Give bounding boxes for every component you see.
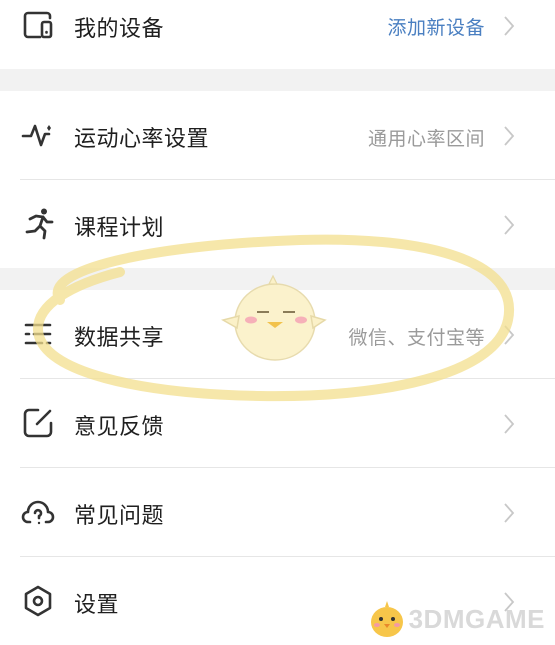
question-cloud-icon [20, 494, 56, 530]
menu-label: 常见问题 [74, 504, 165, 529]
sliders-icon [20, 316, 56, 352]
chevron-right-icon [501, 14, 517, 38]
menu-label: 意见反馈 [74, 415, 165, 440]
device-icon [20, 8, 56, 44]
menu-row-heart-rate-settings[interactable]: 运动心率设置 通用心率区间 [0, 91, 555, 179]
menu-label: 我的设备 [74, 17, 165, 42]
watermark-text: 3DMGAME [408, 603, 545, 634]
hexagon-gear-icon [20, 583, 56, 619]
menu-label: 数据共享 [74, 326, 165, 351]
menu-row-data-share[interactable]: 数据共享 微信、支付宝等 [0, 290, 555, 378]
chevron-right-icon [501, 213, 517, 237]
add-device-link[interactable]: 添加新设备 [387, 13, 485, 40]
chick-logo-icon [370, 601, 403, 637]
running-icon [20, 206, 56, 242]
chevron-right-icon [501, 323, 517, 347]
watermark: 3DMGAME [365, 597, 545, 641]
menu-value: 微信、支付宝等 [348, 327, 485, 349]
menu-row-feedback[interactable]: 意见反馈 [0, 379, 555, 467]
section-gap [0, 69, 555, 91]
menu-label: 设置 [74, 593, 120, 618]
menu-row-faq[interactable]: 常见问题 [0, 468, 555, 556]
menu-value: 通用心率区间 [367, 128, 485, 150]
menu-row-course-plan[interactable]: 课程计划 [0, 180, 555, 268]
edit-icon [20, 405, 56, 441]
chevron-right-icon [501, 412, 517, 436]
menu-label: 课程计划 [74, 216, 165, 241]
menu-label: 运动心率设置 [74, 127, 210, 152]
chevron-right-icon [501, 501, 517, 525]
heart-rate-icon [20, 117, 56, 153]
menu-row-my-device[interactable]: 我的设备 添加新设备 [0, 0, 555, 52]
chevron-right-icon [501, 124, 517, 148]
section-gap [0, 268, 555, 290]
